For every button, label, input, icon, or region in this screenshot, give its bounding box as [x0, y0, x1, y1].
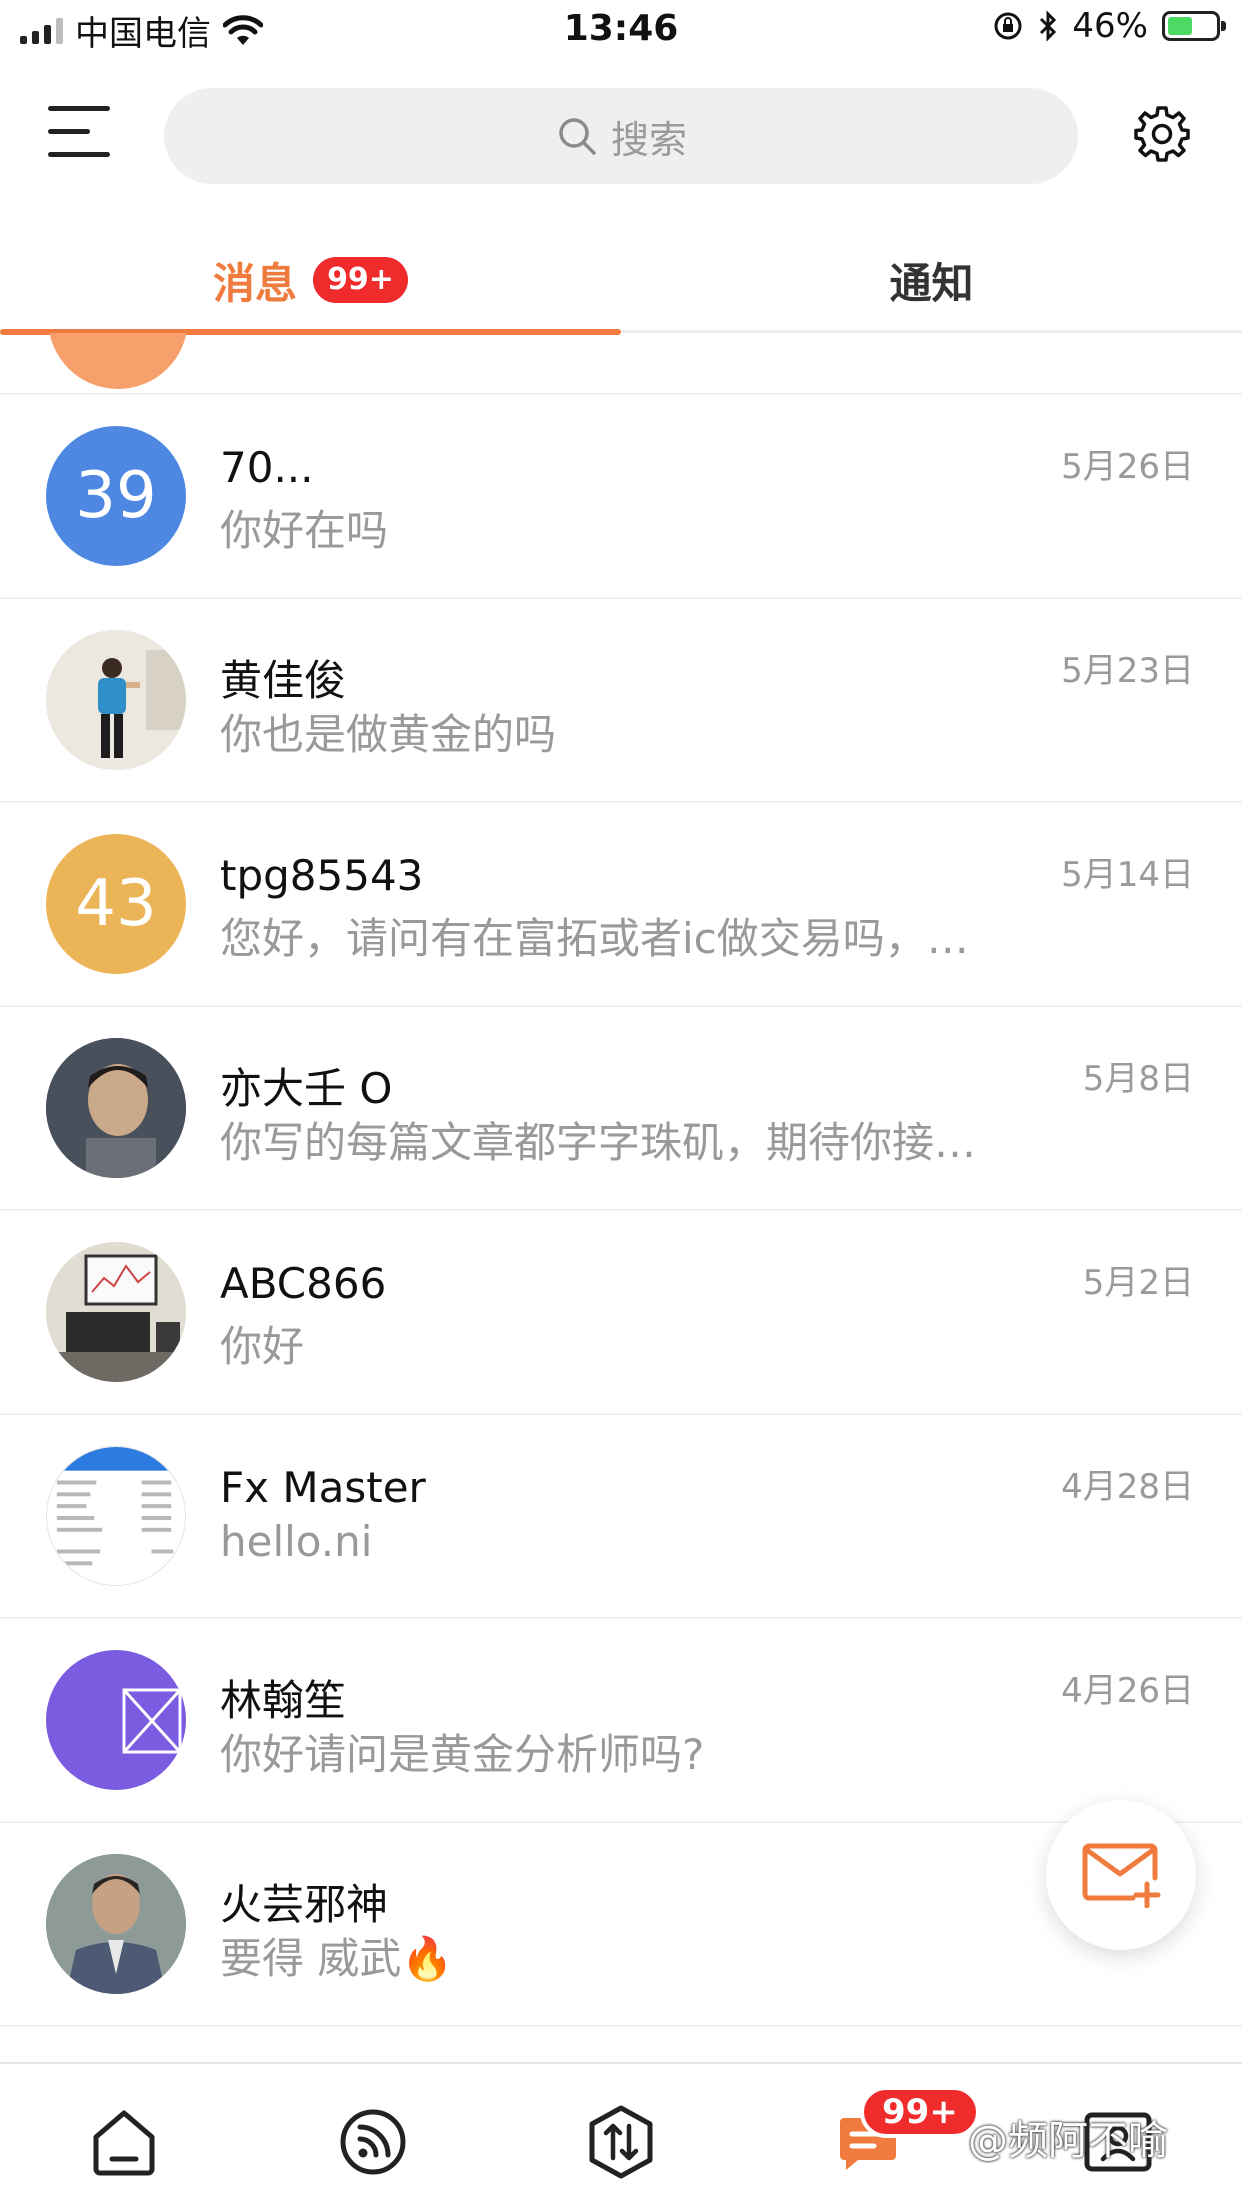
avatar	[46, 1038, 186, 1178]
battery-icon	[1162, 11, 1226, 41]
message-preview: 你也是做黄金的吗	[220, 710, 557, 759]
list-item-partial[interactable]	[0, 333, 1242, 395]
mail-plus-icon	[1082, 1843, 1161, 1908]
nav-feed[interactable]	[333, 2102, 413, 2182]
message-preview: 要得 威武🔥	[220, 1934, 454, 1983]
avatar-text: 43	[75, 867, 157, 941]
conversation-row[interactable]: 亦大壬 O 你写的每篇文章都字字珠矶，期待你接… 5月8日	[0, 1007, 1242, 1211]
contact-name: 黄佳俊	[220, 656, 347, 705]
tab-notifications[interactable]: 通知	[621, 230, 1242, 330]
desk-photo-icon	[46, 1242, 186, 1382]
message-date: 4月28日	[1061, 1467, 1194, 1507]
person-photo-icon	[46, 1038, 186, 1178]
avatar	[46, 1650, 186, 1790]
conversation-row[interactable]: 黄佳俊 你也是做黄金的吗 5月23日	[0, 599, 1242, 803]
message-preview: hello.ni	[220, 1517, 373, 1566]
person-photo-icon	[46, 1854, 186, 1994]
avatar	[46, 1242, 186, 1382]
message-date: 5月14日	[1061, 855, 1194, 895]
gear-icon	[1134, 106, 1190, 162]
tab-messages-label: 消息	[213, 258, 298, 308]
rotation-lock-icon	[994, 12, 1022, 40]
message-date: 5月2日	[1082, 1263, 1194, 1303]
conversation-row[interactable]: ABC866 你好 5月2日	[0, 1211, 1242, 1415]
tab-messages[interactable]: 消息 99+	[0, 230, 621, 335]
conversation-row[interactable]: 林翰笙 你好请问是黄金分析师吗? 4月26日	[0, 1619, 1242, 1823]
message-date: 5月23日	[1061, 651, 1194, 691]
feed-icon	[340, 2109, 406, 2175]
contact-name: tpg85543	[220, 851, 424, 900]
avatar: 43	[46, 834, 186, 974]
message-preview: 你好	[220, 1322, 305, 1371]
avatar	[46, 1446, 186, 1586]
conversation-row[interactable]: Fx Master hello.ni 4月28日	[0, 1415, 1242, 1619]
avatar-text: 39	[75, 459, 157, 533]
search-icon	[559, 118, 596, 155]
avatar: 39	[46, 426, 186, 566]
trade-icon	[589, 2105, 653, 2179]
list-item-partial[interactable]	[0, 2027, 1242, 2063]
watermark: @频阿不喻	[968, 2118, 1168, 2164]
messages-badge: 99+	[313, 257, 408, 303]
tab-bar: 消息 99+ 通知	[0, 230, 1242, 335]
contact-name: ABC866	[220, 1259, 387, 1308]
contact-name: 亦大壬 O	[220, 1064, 393, 1113]
message-preview: 您好，请问有在富拓或者ic做交易吗，…	[220, 914, 969, 963]
status-right: 46%	[992, 6, 1226, 46]
conversation-row[interactable]: 43 tpg85543 您好，请问有在富拓或者ic做交易吗，… 5月14日	[0, 803, 1242, 1007]
bluetooth-icon	[1040, 10, 1057, 42]
avatar	[48, 333, 188, 389]
conversation-list[interactable]: 39 70... 你好在吗 5月26日 黄佳俊 你也是做黄金的吗 5月23日 4…	[0, 333, 1242, 2063]
battery-percent: 46%	[1072, 6, 1148, 46]
message-date: 5月8日	[1082, 1059, 1194, 1099]
nav-home[interactable]	[84, 2102, 164, 2182]
conversation-row[interactable]: 39 70... 你好在吗 5月26日	[0, 395, 1242, 599]
broken-image-icon	[122, 1688, 182, 1754]
search-placeholder: 搜索	[610, 117, 687, 162]
settings-button[interactable]	[1130, 102, 1194, 166]
nav-trade[interactable]	[581, 2102, 661, 2182]
message-date: 5月26日	[1061, 447, 1194, 487]
tab-notifications-label: 通知	[889, 258, 974, 308]
avatar	[46, 630, 186, 770]
message-date: 4月26日	[1061, 1671, 1194, 1711]
avatar	[46, 1854, 186, 1994]
contact-name: 70...	[220, 443, 314, 492]
compose-message-button[interactable]	[1046, 1800, 1196, 1950]
top-header: 搜索	[0, 80, 1242, 190]
person-photo-icon	[46, 630, 186, 770]
nav-messages-badge: 99+	[860, 2086, 980, 2138]
search-bar[interactable]: 搜索	[164, 88, 1078, 184]
message-preview: 你好在吗	[220, 506, 389, 555]
status-bar: 中国电信 13:46 46%	[0, 0, 1242, 62]
contact-name: 火芸邪神	[220, 1880, 389, 1929]
home-icon	[93, 2110, 155, 2176]
menu-button[interactable]	[48, 106, 110, 164]
message-preview: 你好请问是黄金分析师吗?	[220, 1730, 705, 1779]
menu-icon	[48, 106, 110, 111]
screenshot-photo-icon	[47, 1447, 185, 1585]
contact-name: 林翰笙	[220, 1676, 347, 1725]
contact-name: Fx Master	[220, 1463, 426, 1512]
message-preview: 你写的每篇文章都字字珠矶，期待你接…	[220, 1118, 977, 1167]
